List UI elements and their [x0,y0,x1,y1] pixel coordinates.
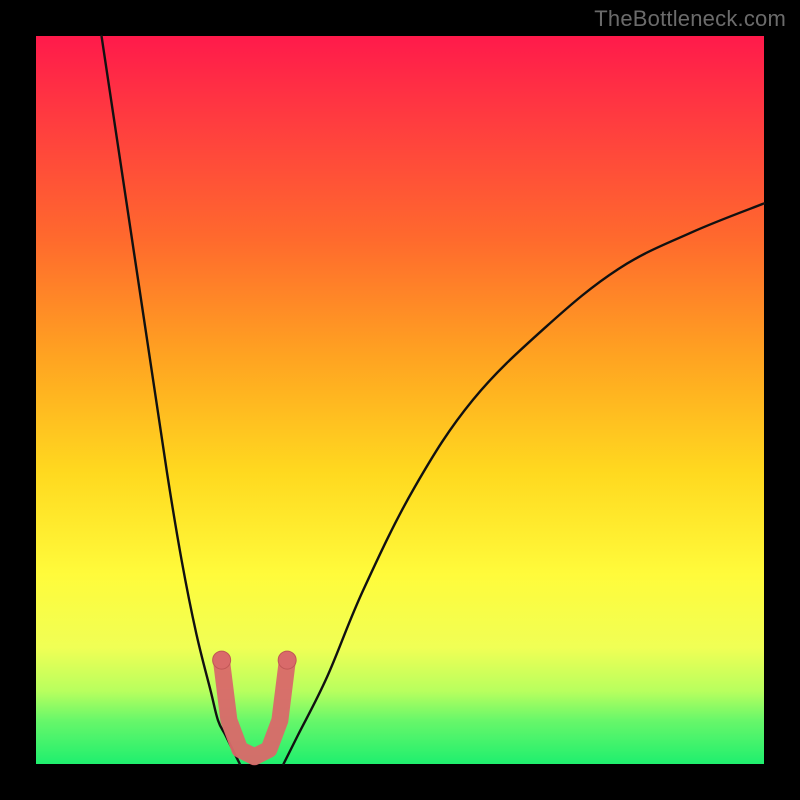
curve-right [284,203,764,764]
sweet-spot-markers [213,651,297,757]
watermark-text: TheBottleneck.com [594,6,786,32]
plot-area [36,36,764,764]
chart-svg [36,36,764,764]
chart-frame: TheBottleneck.com [0,0,800,800]
